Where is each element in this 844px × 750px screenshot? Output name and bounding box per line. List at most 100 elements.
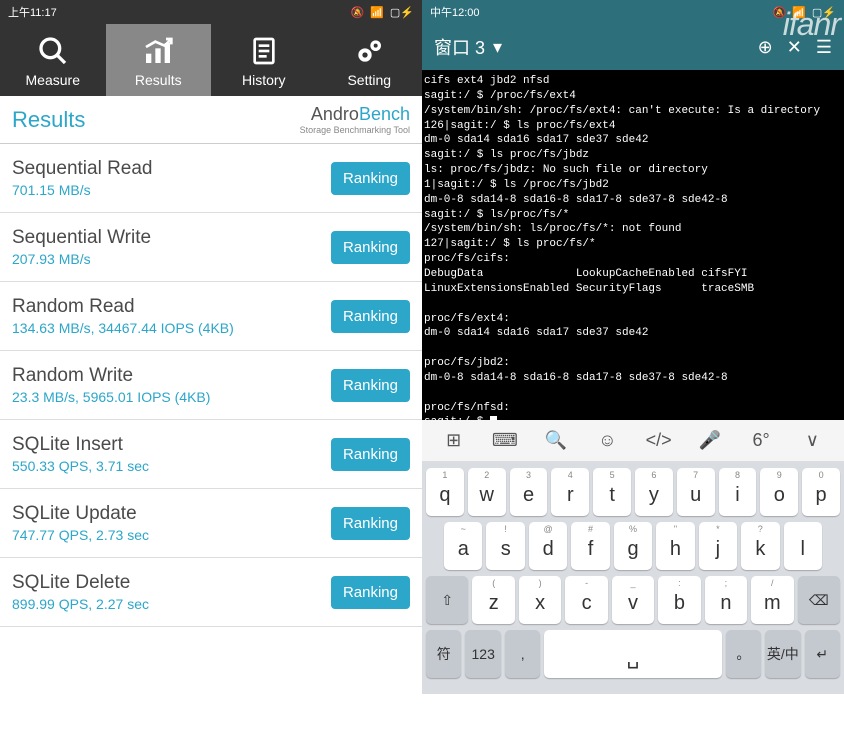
result-row: SQLite Update747.77 QPS, 2.73 secRanking [0,489,422,558]
function-key[interactable]: 符 [426,630,461,678]
key-superscript: _ [630,578,635,588]
key-label: 。 [736,644,750,664]
letter-key[interactable]: 6y [635,468,673,516]
function-key[interactable]: 。 [726,630,761,678]
letter-key[interactable]: *j [699,522,737,570]
key-label: c [582,592,592,615]
nav-history[interactable]: History [211,24,317,96]
function-key[interactable]: , [505,630,540,678]
letter-key[interactable]: 8i [719,468,757,516]
letter-key[interactable]: 9o [760,468,798,516]
key-label: a [458,538,469,561]
letter-key[interactable]: )x [519,576,561,624]
letter-key[interactable]: ;n [705,576,747,624]
letter-key[interactable]: (z [472,576,514,624]
letter-key[interactable]: #f [571,522,609,570]
kb-tool[interactable]: 🔍 [541,430,571,451]
wifi-icon: 📶 [792,6,806,19]
chart-up-icon [141,34,175,68]
letter-key[interactable]: 3e [510,468,548,516]
brand-logo: AndroBench Storage Benchmarking Tool [300,104,410,135]
kb-tool[interactable]: </> [644,430,674,451]
letter-key[interactable]: l [784,522,822,570]
nav-label: History [242,72,286,88]
function-key[interactable]: ⇧ [426,576,468,624]
letter-key[interactable]: !s [486,522,524,570]
letter-key[interactable]: 4r [551,468,589,516]
letter-key[interactable]: 0p [802,468,840,516]
letter-key[interactable]: 7u [677,468,715,516]
key-superscript: 4 [568,470,573,480]
menu-icon[interactable]: ☰ [816,37,832,58]
key-label: ⇧ [441,592,453,609]
kb-tool[interactable]: 🎤 [695,430,725,451]
gears-icon [352,34,386,68]
result-name: SQLite Update [12,503,149,525]
add-tab-icon[interactable]: ⊕ [758,37,773,58]
key-label: k [755,538,765,561]
key-label: q [439,484,450,507]
key-label: h [670,538,681,561]
ranking-button[interactable]: Ranking [331,300,410,333]
key-superscript: 3 [526,470,531,480]
letter-key[interactable]: 5t [593,468,631,516]
cursor [490,416,497,420]
status-bar: 上午11:17 🔕 📶 ▢⚡ [0,0,422,24]
result-name: SQLite Insert [12,434,149,456]
key-superscript: 5 [610,470,615,480]
ranking-button[interactable]: Ranking [331,576,410,609]
close-tab-icon[interactable]: ✕ [787,37,802,58]
key-superscript: # [588,524,593,534]
kb-tool[interactable]: 6° [746,430,776,451]
result-value: 23.3 MB/s, 5965.01 IOPS (4KB) [12,389,210,405]
letter-key[interactable]: "h [656,522,694,570]
key-superscript: 2 [484,470,489,480]
key-label: ␣ [627,645,640,670]
function-key[interactable]: ⌫ [798,576,840,624]
function-key[interactable]: ↵ [805,630,840,678]
ranking-button[interactable]: Ranking [331,162,410,195]
kb-tool[interactable]: ⊞ [439,430,469,451]
key-superscript: @ [544,524,553,534]
letter-key[interactable]: %g [614,522,652,570]
key-superscript: ( [492,578,495,588]
letter-key[interactable]: 1q [426,468,464,516]
letter-key[interactable]: -c [565,576,607,624]
letter-key[interactable]: ?k [741,522,779,570]
ranking-button[interactable]: Ranking [331,438,410,471]
nav-setting[interactable]: Setting [317,24,423,96]
result-value: 701.15 MB/s [12,182,153,198]
kb-tool[interactable]: ⌨ [490,430,520,451]
key-superscript: * [716,524,720,534]
function-key[interactable]: 123 [465,630,500,678]
key-label: r [567,484,574,507]
nav-measure[interactable]: Measure [0,24,106,96]
nav-results[interactable]: Results [106,24,212,96]
letter-key[interactable]: @d [529,522,567,570]
result-row: Random Write23.3 MB/s, 5965.01 IOPS (4KB… [0,351,422,420]
kb-tool[interactable]: ∨ [797,430,827,451]
space-key[interactable]: ␣ [544,630,721,678]
key-superscript: 1 [442,470,447,480]
key-superscript: ) [539,578,542,588]
letter-key[interactable]: _v [612,576,654,624]
terminal-tab-title[interactable]: 窗口 3 ▾ [434,34,744,60]
ranking-button[interactable]: Ranking [331,369,410,402]
kb-tool[interactable]: ☺ [592,430,622,451]
status-time: 中午12:00 [430,4,480,20]
terminal-output[interactable]: cifs ext4 jbd2 nfsd sagit:/ $ /proc/fs/e… [422,70,844,420]
key-label: ⌫ [809,592,829,609]
letter-key[interactable]: /m [751,576,793,624]
key-label: s [501,538,511,561]
ranking-button[interactable]: Ranking [331,507,410,540]
document-icon [247,34,281,68]
letter-key[interactable]: ~a [444,522,482,570]
letter-key[interactable]: 2w [468,468,506,516]
result-info: SQLite Delete899.99 QPS, 2.27 sec [12,572,149,612]
result-value: 134.63 MB/s, 34467.44 IOPS (4KB) [12,320,234,336]
function-key[interactable]: 英/中 [765,630,800,678]
result-info: SQLite Insert550.33 QPS, 3.71 sec [12,434,149,474]
letter-key[interactable]: :b [658,576,700,624]
ranking-button[interactable]: Ranking [331,231,410,264]
key-label: l [801,538,805,561]
